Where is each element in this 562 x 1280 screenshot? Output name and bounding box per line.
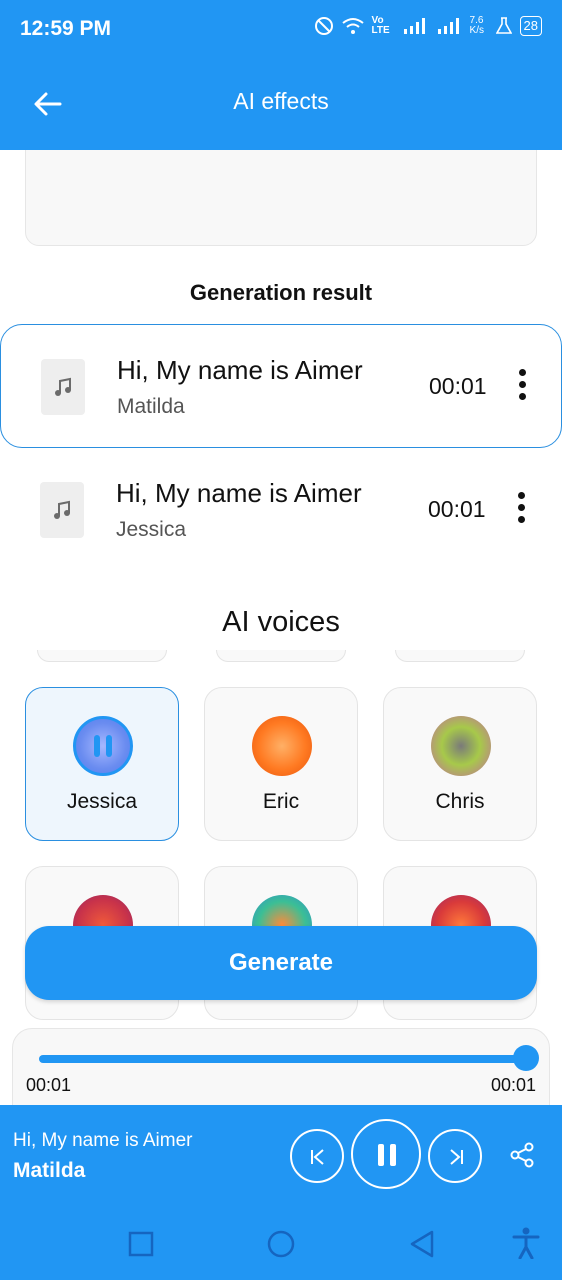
pause-icon	[378, 1144, 396, 1166]
voice-card-partial[interactable]	[37, 650, 167, 662]
voice-label: Eric	[262, 790, 300, 813]
voice-card-eric[interactable]: Eric	[204, 687, 358, 841]
play-pause-button[interactable]	[351, 1119, 421, 1189]
now-playing-title: Hi, My name is Aimer	[13, 1130, 193, 1151]
now-playing-voice: Matilda	[13, 1159, 86, 1182]
volte-label: Vo LTE	[371, 15, 390, 36]
more-options-icon[interactable]	[514, 492, 528, 528]
home-icon[interactable]	[266, 1229, 296, 1259]
total-time: 00:01	[490, 1075, 536, 1095]
skip-previous-icon	[311, 1149, 324, 1165]
lab-icon	[495, 17, 512, 34]
text-input-box[interactable]	[25, 150, 537, 246]
result-text: Hi, My name is Aimer	[117, 355, 363, 385]
elapsed-time: 00:01	[26, 1075, 72, 1095]
pause-icon[interactable]	[89, 732, 117, 760]
accessibility-icon[interactable]	[512, 1227, 540, 1259]
generation-result-title: Generation result	[189, 280, 373, 305]
result-duration: 00:01	[428, 496, 486, 522]
player-progress-panel: 00:01 00:01	[12, 1028, 550, 1105]
result-text: Hi, My name is Aimer	[116, 478, 362, 508]
main-content[interactable]: Generation result Hi, My name is Aimer M…	[0, 150, 562, 1105]
generate-button[interactable]: Generate	[25, 926, 537, 1000]
voice-avatar	[431, 716, 491, 776]
signal-icon-1	[403, 18, 425, 34]
recents-icon[interactable]	[128, 1231, 154, 1257]
result-voice: Jessica	[116, 518, 187, 541]
voice-card-partial[interactable]	[216, 650, 346, 662]
next-button[interactable]	[428, 1129, 482, 1183]
status-bar: 12:59 PM Vo LTE 7.6 K/s 28	[0, 0, 562, 58]
voice-label: Chris	[435, 790, 485, 813]
voice-card-jessica[interactable]: Jessica	[25, 687, 179, 841]
audio-file-icon	[41, 359, 85, 415]
system-nav-bar	[0, 1209, 562, 1280]
more-options-icon[interactable]	[515, 369, 529, 405]
voice-card-partial[interactable]	[395, 650, 525, 662]
battery-indicator: 28	[519, 16, 542, 36]
signal-icon-2	[437, 18, 459, 34]
skip-next-icon	[450, 1149, 463, 1165]
result-duration: 00:01	[429, 373, 487, 399]
result-item[interactable]: Hi, My name is Aimer Matilda 00:01	[0, 324, 562, 448]
ai-voices-title: AI voices	[222, 606, 340, 638]
result-item[interactable]: Hi, My name is Aimer Jessica 00:01	[0, 448, 562, 572]
voice-card-chris[interactable]: Chris	[383, 687, 537, 841]
result-voice: Matilda	[117, 395, 185, 418]
do-not-disturb-icon	[314, 17, 333, 35]
app-bar: AI effects	[0, 58, 562, 150]
progress-track[interactable]	[39, 1055, 525, 1063]
back-nav-icon[interactable]	[408, 1229, 436, 1259]
share-icon[interactable]	[508, 1141, 536, 1169]
network-speed: 7.6 K/s	[469, 15, 484, 36]
previous-button[interactable]	[290, 1129, 344, 1183]
voice-label: Jessica	[66, 790, 138, 813]
status-icons: Vo LTE 7.6 K/s 28	[314, 16, 542, 36]
audio-file-icon	[40, 482, 84, 538]
status-time: 12:59 PM	[20, 17, 112, 40]
progress-thumb[interactable]	[513, 1045, 539, 1071]
now-playing-bar: Hi, My name is Aimer Matilda	[0, 1105, 562, 1209]
voice-avatar	[252, 716, 312, 776]
page-title: AI effects	[233, 88, 329, 114]
wifi-icon	[341, 18, 364, 34]
